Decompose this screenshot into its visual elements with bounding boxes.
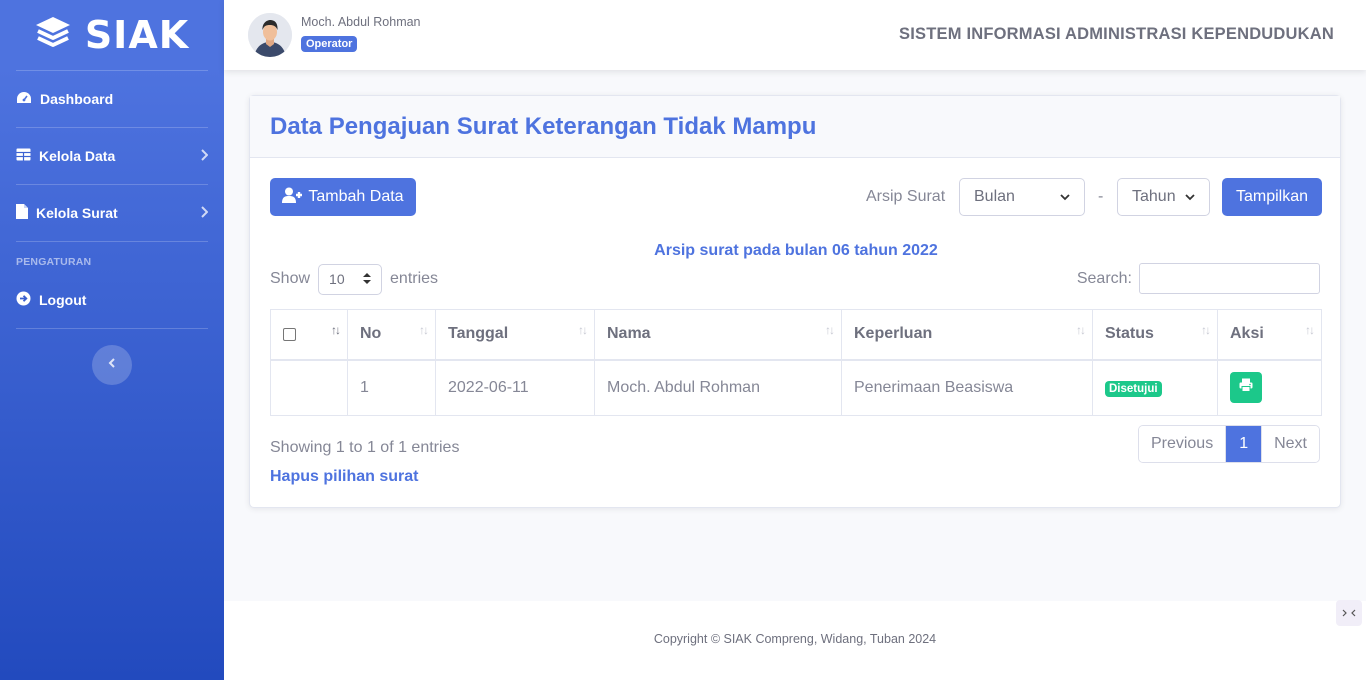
column-header-status[interactable]: Status ↑↓ [1092,309,1218,361]
file-icon [16,204,28,222]
sidebar-item-logout[interactable]: Logout [0,272,224,328]
logout-icon [16,291,31,309]
pagination-previous[interactable]: Previous [1138,426,1227,462]
cell-nama: Moch. Abdul Rohman [594,359,842,416]
column-header-nama[interactable]: Nama ↑↓ [594,309,842,361]
range-separator: - [1098,188,1104,205]
add-data-label: Tambah Data [308,188,404,205]
column-header-keperluan[interactable]: Keperluan ↑↓ [841,309,1093,361]
chevron-left-icon [108,356,116,374]
card-header: Data Pengajuan Surat Keterangan Tidak Ma… [250,96,1340,158]
delete-selected-link[interactable]: Hapus pilihan surat [270,468,418,486]
pagination-page[interactable]: 1 [1226,426,1263,462]
print-button[interactable] [1230,372,1262,404]
user-plus-icon [282,187,304,208]
sidebar-item-label: Kelola Surat [36,205,118,221]
system-title: SISTEM INFORMASI ADMINISTRASI KEPENDUDUK… [899,25,1334,43]
brand-name: SIAK [84,13,190,57]
entries-select-value: 10 [329,271,345,287]
sort-updown-icon [363,271,372,287]
search-input[interactable] [1139,263,1320,294]
dashboard-icon [16,91,32,108]
data-table: ↑↓ No ↑↓ Tanggal ↑↓ Nama ↑↓ Keperluan ↑↓ Sta… [270,309,1322,416]
year-select-value: Tahun [1132,188,1176,205]
add-data-button[interactable]: Tambah Data [270,178,416,216]
chevron-down-icon [1185,188,1195,206]
pagination-next[interactable]: Next [1262,426,1319,462]
cell-keperluan: Penerimaan Beasiswa [841,359,1093,416]
sidebar-item-kelola-surat[interactable]: Kelola Surat [0,185,224,241]
cell-tanggal: 2022-06-11 [435,359,595,416]
sort-icon: ↑↓ [578,323,588,337]
year-select[interactable]: Tahun [1117,178,1210,216]
avatar[interactable] [248,13,292,57]
show-button[interactable]: Tampilkan [1222,178,1322,216]
chevron-down-icon [1060,188,1070,206]
sort-icon: ↑↓ [825,323,835,337]
sort-icon: ↑↓ [1305,323,1315,337]
entries-label: entries [390,270,439,287]
status-badge: Disetujui [1105,380,1162,397]
user-name: Moch. Abdul Rohman [301,15,421,29]
table-header-row: ↑↓ No ↑↓ Tanggal ↑↓ Nama ↑↓ Keperluan ↑↓ Sta… [270,309,1322,361]
month-select-value: Bulan [974,188,1015,205]
select-all-header[interactable]: ↑↓ [270,309,348,361]
pagination: Previous 1 Next [1137,425,1320,463]
sidebar-heading: PENGATURAN [16,256,92,268]
sidebar-item-dashboard[interactable]: Dashboard [0,71,224,127]
sidebar: SIAK Dashboard Kelola Data Kelola Surat … [0,0,224,680]
chevron-right-icon [200,205,209,221]
print-icon [1239,378,1253,397]
copyright-text: Copyright © SIAK Compreng, Widang, Tuban… [653,632,937,646]
sidebar-item-label: Logout [39,292,87,308]
data-card: Data Pengajuan Surat Keterangan Tidak Ma… [249,95,1341,508]
footer: Copyright © SIAK Compreng, Widang, Tuban… [224,601,1366,680]
table-search: Search: [1077,263,1320,294]
sort-icon: ↑↓ [1201,323,1211,337]
arsip-label: Arsip Surat [866,188,946,205]
cell-status: Disetujui [1092,359,1218,416]
table-row: 1 2022-06-11 Moch. Abdul Rohman Penerima… [270,359,1322,416]
layers-icon [35,16,71,55]
brand[interactable]: SIAK [0,0,224,70]
sort-icon: ↑↓ [1076,323,1086,337]
cell-no: 1 [347,359,436,416]
arsip-info: Arsip surat pada bulan 06 tahun 2022 [654,242,938,259]
sidebar-toggle-button[interactable] [92,345,132,385]
sort-icon: ↑↓ [419,323,429,337]
table-icon [16,148,31,164]
table-info: Showing 1 to 1 of 1 entries [270,439,460,456]
widget-icon[interactable] [1336,600,1362,626]
row-select-cell[interactable] [270,359,348,416]
entries-select[interactable]: 10 [318,263,383,295]
sidebar-item-kelola-data[interactable]: Kelola Data [0,128,224,184]
cell-aksi [1217,359,1322,416]
topbar: Moch. Abdul Rohman Operator SISTEM INFOR… [224,0,1366,70]
column-header-tanggal[interactable]: Tanggal ↑↓ [435,309,595,361]
chevron-right-icon [200,148,209,164]
column-header-aksi[interactable]: Aksi ↑↓ [1217,309,1322,361]
search-label: Search: [1076,269,1132,287]
month-select[interactable]: Bulan [959,178,1085,216]
column-header-no[interactable]: No ↑↓ [347,309,436,361]
sidebar-divider [16,328,208,329]
show-label: Show [270,270,311,287]
select-all-checkbox[interactable] [283,327,296,341]
sidebar-item-label: Kelola Data [39,148,116,164]
page-title: Data Pengajuan Surat Keterangan Tidak Ma… [270,112,817,140]
role-badge: Operator [301,36,358,52]
entries-length: Show 10 entries [270,263,439,295]
sort-asc-icon[interactable]: ↑↓ [331,323,341,337]
sidebar-item-label: Dashboard [40,91,114,107]
